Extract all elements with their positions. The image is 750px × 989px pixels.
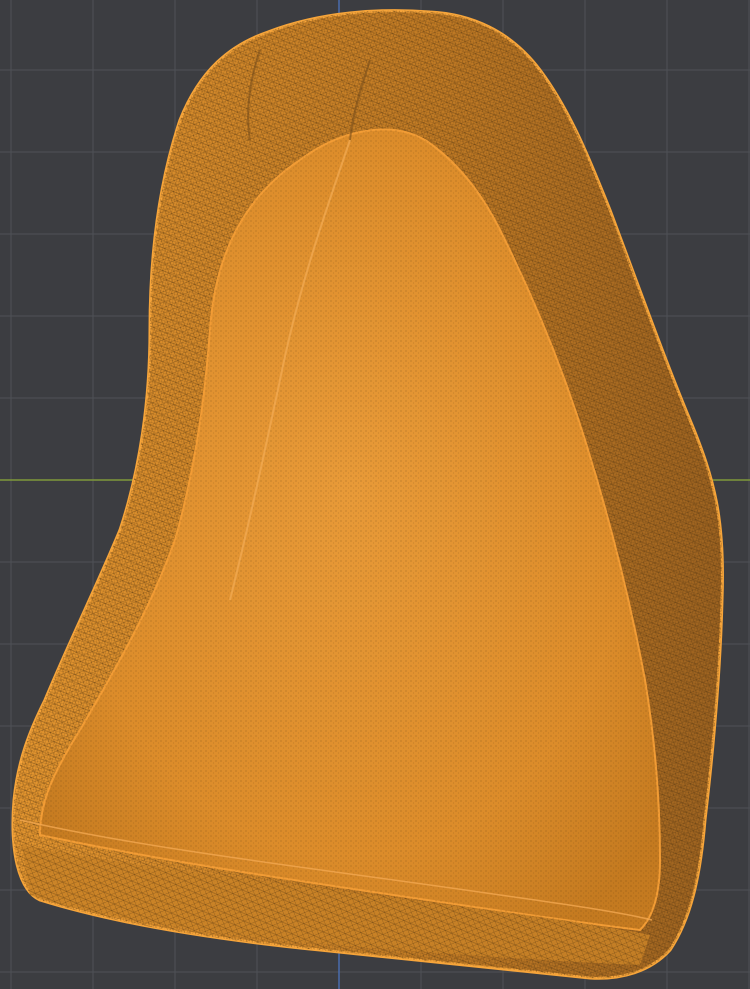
viewport-canvas[interactable] — [0, 0, 750, 989]
selected-mesh-object[interactable] — [11, 9, 724, 980]
3d-viewport[interactable] — [0, 0, 750, 989]
